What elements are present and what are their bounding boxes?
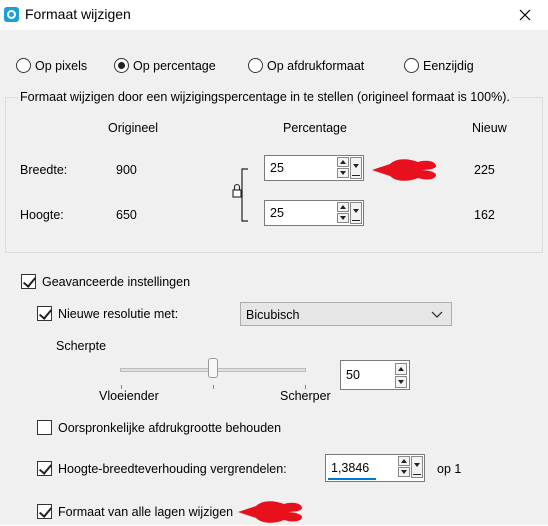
spin-down-button[interactable] <box>337 168 349 178</box>
aspect-ratio-spinner[interactable]: 1,3846 <box>325 454 425 482</box>
spin-down-button[interactable] <box>337 213 349 223</box>
column-header-percentage: Percentage <box>283 121 347 135</box>
mode-radio-group: Op pixels Op percentage Op afdrukformaat… <box>0 58 548 78</box>
spin-dropdown-button[interactable] <box>350 157 362 179</box>
aspect-ratio-suffix: op 1 <box>437 462 462 476</box>
arrow-down-icon <box>340 171 346 175</box>
dropdown-arrow-icon <box>353 209 359 213</box>
height-new-value: 162 <box>474 208 495 222</box>
chevron-down-icon <box>431 311 443 318</box>
advanced-settings-label: Geavanceerde instellingen <box>42 275 191 289</box>
resample-label: Nieuwe resolutie met: <box>58 307 179 321</box>
close-icon <box>519 9 531 21</box>
height-label: Hoogte: <box>20 208 64 222</box>
width-new-value: 225 <box>474 163 495 177</box>
app-icon <box>4 7 19 22</box>
groupbox-legend: Formaat wijzigen door een wijzigingsperc… <box>18 90 512 104</box>
arrow-up-icon <box>340 205 346 209</box>
spin-up-button[interactable] <box>337 157 349 167</box>
arrow-up-icon <box>340 160 346 164</box>
column-header-original: Origineel <box>108 121 159 135</box>
radio-op-pixels[interactable]: Op pixels <box>16 58 87 73</box>
arrow-down-icon <box>401 470 407 474</box>
red-annotation-arrow-icon <box>238 501 302 523</box>
width-percentage-spinner[interactable]: 25 <box>264 155 364 181</box>
sharpness-max-label: Scherper <box>280 389 331 403</box>
radio-circle[interactable] <box>404 58 419 73</box>
arrow-down-icon <box>340 216 346 220</box>
window-title: Formaat wijzigen <box>25 6 131 22</box>
spinner-arrows <box>398 456 410 478</box>
spinner-arrows <box>337 157 349 179</box>
resize-all-layers-checkbox[interactable] <box>37 504 52 519</box>
focus-underline <box>328 478 376 480</box>
arrow-down-icon <box>398 380 404 384</box>
width-original-value: 900 <box>116 163 137 177</box>
dialog-content: Op pixels Op percentage Op afdrukformaat… <box>0 30 548 525</box>
aspect-lock-bracket[interactable] <box>232 166 262 224</box>
spin-up-button[interactable] <box>398 456 410 466</box>
height-percentage-spinner[interactable]: 25 <box>264 200 364 226</box>
spinner-arrows <box>337 202 349 224</box>
slider-tick <box>213 385 214 389</box>
title-bar: Formaat wijzigen <box>0 0 548 30</box>
spin-up-button[interactable] <box>337 202 349 212</box>
radio-circle[interactable] <box>248 58 263 73</box>
spin-down-button[interactable] <box>398 467 410 477</box>
lock-aspect-checkbox[interactable] <box>37 461 52 476</box>
width-label: Breedte: <box>20 163 68 177</box>
radio-circle[interactable] <box>16 58 31 73</box>
sharpness-label: Scherpte <box>56 339 107 353</box>
column-header-new: Nieuw <box>472 121 507 135</box>
keep-print-size-label: Oorspronkelijke afdrukgrootte behouden <box>58 421 282 435</box>
resample-checkbox[interactable] <box>37 306 52 321</box>
height-percentage-value: 25 <box>270 206 284 220</box>
lock-aspect-label: Hoogte-breedteverhouding vergrendelen: <box>58 462 287 476</box>
aspect-ratio-value: 1,3846 <box>331 461 370 475</box>
sharpness-min-label: Vloeiender <box>99 389 159 403</box>
spin-dropdown-button[interactable] <box>411 456 423 478</box>
width-percentage-value: 25 <box>270 161 284 175</box>
spinner-arrows <box>395 363 407 389</box>
height-original-value: 650 <box>116 208 137 222</box>
radio-op-percentage[interactable]: Op percentage <box>114 58 216 73</box>
radio-eenzijdig[interactable]: Eenzijdig <box>404 58 474 73</box>
resample-method-value: Bicubisch <box>246 308 300 322</box>
resample-method-select[interactable]: Bicubisch <box>240 302 452 326</box>
sharpness-value: 50 <box>346 368 360 382</box>
spin-down-button[interactable] <box>395 376 407 388</box>
spin-up-button[interactable] <box>395 363 407 375</box>
red-annotation-arrow-icon <box>372 159 436 181</box>
advanced-settings-checkbox[interactable] <box>21 274 36 289</box>
sharpness-spinner[interactable]: 50 <box>340 360 410 390</box>
arrow-up-icon <box>401 459 407 463</box>
resize-all-layers-label: Formaat van alle lagen wijzigen <box>58 505 234 519</box>
arrow-up-icon <box>398 367 404 371</box>
radio-op-afdrukformaat[interactable]: Op afdrukformaat <box>248 58 364 73</box>
sharpness-slider-thumb[interactable] <box>208 358 218 378</box>
radio-circle-selected[interactable] <box>114 58 129 73</box>
spin-dropdown-button[interactable] <box>350 202 362 224</box>
dropdown-arrow-icon <box>353 164 359 168</box>
dropdown-arrow-icon <box>414 463 420 467</box>
close-button[interactable] <box>502 0 548 30</box>
keep-print-size-checkbox[interactable] <box>37 420 52 435</box>
